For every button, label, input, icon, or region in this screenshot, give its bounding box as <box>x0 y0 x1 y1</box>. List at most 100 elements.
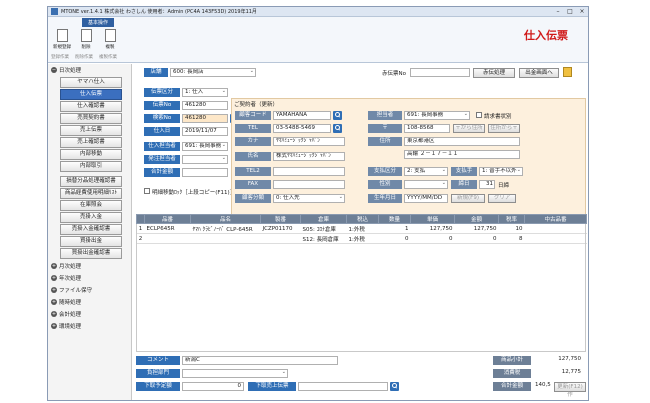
expand-icon: + <box>51 275 57 281</box>
sidebar-section-monthly[interactable]: + 月次処理 <box>48 260 131 272</box>
fax-field[interactable] <box>273 180 345 189</box>
app-window: MTONE ver.1.4.1 株式会社 わさしん 使用者：Admin (PC4… <box>47 6 589 401</box>
staff-select[interactable]: 691: 長岡事務 <box>182 142 228 151</box>
clear-button[interactable]: クリア <box>488 194 516 203</box>
inspect-no-field[interactable]: 461280 <box>182 114 228 123</box>
sidebar-item-sales-confirm[interactable]: 売上確認書 <box>60 137 122 148</box>
address-to-zip-button[interactable]: 住所から〒 <box>488 124 520 133</box>
tel-field[interactable]: 03-5488-5469 <box>273 124 331 133</box>
copy-button[interactable]: 複製 <box>100 29 120 50</box>
inspect-no-label: 検索No <box>144 114 180 123</box>
minimize-icon[interactable]: – <box>552 7 564 16</box>
payment-select[interactable]: 2: 支払 <box>404 167 448 176</box>
new-doc-icon <box>56 29 68 42</box>
sidebar-item-sales-contract[interactable]: 売買契約書 <box>60 113 122 124</box>
code-label: 顧客コード <box>235 111 271 120</box>
column-header: 中古品番 <box>524 214 587 224</box>
zip-field[interactable]: 108-8568 <box>404 124 450 133</box>
copy-doc-icon <box>104 29 116 42</box>
tax-value: 12,775 <box>533 369 583 378</box>
kana-field[interactable]: ﾔﾏﾊﾐｭｰｼﾞｯｸｼﾞｬﾊﾟﾝ <box>273 137 345 146</box>
cancel-slip-input[interactable] <box>410 68 470 77</box>
sidebar-item-sales-slip[interactable]: 売上伝票 <box>60 125 122 136</box>
sidebar-item-expense[interactable]: 商品経費使用明細ﾘｽﾄ <box>60 188 122 199</box>
store-label: 店舗 <box>144 68 168 77</box>
sidebar-section-label: 環境処理 <box>59 324 82 330</box>
staff-label: 仕入担当者 <box>144 142 180 151</box>
dept-select[interactable] <box>182 369 288 378</box>
tel2-field[interactable] <box>273 167 345 176</box>
close-day-field[interactable]: 31 <box>479 180 495 189</box>
lock-icon[interactable] <box>563 67 572 77</box>
customer-type-select[interactable]: 0: 仕入先 <box>273 194 345 203</box>
zip-to-address-button[interactable]: 〒から住所 <box>453 124 485 133</box>
expand-icon: + <box>51 323 57 329</box>
sidebar-item-purchase-slip[interactable]: 仕入伝票 <box>60 89 122 100</box>
payment-label: 支払区分 <box>368 167 402 176</box>
address2-field[interactable]: 高輪 ２－１７－１１ <box>404 150 520 159</box>
name-field[interactable]: 株式ﾔﾏﾊﾐｭｰｼﾞｯｸｼﾞｬﾊﾟﾝ <box>273 152 345 161</box>
sidebar-section-label: 日次処理 <box>59 68 82 74</box>
subtotal-label: 商品小計 <box>493 356 531 365</box>
division-select[interactable]: 1: 仕入 <box>182 88 228 97</box>
collapse-icon: − <box>51 67 57 73</box>
invoice-checkbox-label: 請求書状別 <box>484 114 512 120</box>
sex-select[interactable] <box>404 180 448 189</box>
close-icon[interactable]: × <box>576 7 588 16</box>
sidebar-section-yearly[interactable]: + 年次処理 <box>48 272 131 284</box>
sidebar-item-receivable[interactable]: 売掛入金 <box>60 212 122 223</box>
cancel-process-button[interactable]: 赤伝処理 <box>473 68 515 78</box>
division-label: 伝票区分 <box>144 88 180 97</box>
sidebar-item-payable[interactable]: 買掛出金 <box>60 236 122 247</box>
sidebar-section-env[interactable]: + 環境処理 <box>48 320 131 332</box>
date-field[interactable]: 2019/11/07 <box>182 127 228 136</box>
reserve-field[interactable]: 0 <box>182 382 244 391</box>
fax-label: FAX <box>235 180 271 189</box>
sidebar-item-loss[interactable]: 損替分品処理確認書 <box>60 176 122 187</box>
store-select[interactable]: 600: 長岡店 <box>170 68 256 77</box>
column-header <box>136 214 145 224</box>
search-icon[interactable] <box>390 382 399 391</box>
address-field[interactable]: 東京都港区 <box>404 137 520 146</box>
invoice-checkbox[interactable] <box>476 112 482 118</box>
sidebar-item-purchase-confirm[interactable]: 仕入確認書 <box>60 101 122 112</box>
new-customer-button[interactable]: 新規(F9) <box>451 194 485 203</box>
comment-field[interactable]: 新潟C <box>182 356 338 365</box>
sidebar-section-label: 年次処理 <box>59 276 82 282</box>
column-header: 単価 <box>410 214 455 224</box>
sidebar-section-accounting[interactable]: + 会計処理 <box>48 308 131 320</box>
trade-in-field[interactable] <box>298 382 388 391</box>
search-icon[interactable] <box>333 111 342 120</box>
order-staff-select[interactable] <box>182 155 228 164</box>
sidebar-section-adhoc[interactable]: + 随時処理 <box>48 296 131 308</box>
expand-icon: + <box>51 311 57 317</box>
table-header-row: 品番 品名 製番 倉庫 税込 数量 単価 金額 税率 中古品番 <box>136 214 587 224</box>
update-button[interactable]: 更新(F12)作 <box>554 382 586 398</box>
ribbon-tab-basic[interactable]: 基本操作 <box>82 18 115 27</box>
column-header: 品番 <box>144 214 191 224</box>
grand-total-label: 合計金額 <box>493 382 531 391</box>
main-form: 店舗 600: 長岡店 赤伝票No 赤伝処理 出金画面へ 伝票区分 1: 仕入 … <box>136 64 588 400</box>
sidebar-section-file[interactable]: + ファイル保守 <box>48 284 131 296</box>
delete-button[interactable]: 削除 <box>76 29 96 50</box>
rep-select[interactable]: 691: 長岡事務 <box>404 111 470 120</box>
sidebar-item-internal-move[interactable]: 内部移動 <box>60 149 122 160</box>
screen-title: 仕入伝票 <box>524 29 568 42</box>
lock-checkbox[interactable] <box>144 188 150 194</box>
sidebar-item-payable-confirm[interactable]: 買掛出金確認書 <box>60 248 122 259</box>
sidebar-item-internal-trade[interactable]: 内部取引 <box>60 161 122 172</box>
sidebar-item-yamaha[interactable]: ヤマハ仕入 <box>60 77 122 88</box>
new-button[interactable]: 新規登録 <box>52 29 72 50</box>
sidebar-item-receivable-confirm[interactable]: 売掛入金確認書 <box>60 224 122 235</box>
birth-field[interactable]: YYYY/MM/DD <box>404 194 448 203</box>
slip-no-field[interactable]: 461280 <box>182 101 228 110</box>
to-payment-button[interactable]: 出金画面へ <box>519 68 559 78</box>
trade-in-label: 下取売上伝票 <box>248 382 296 391</box>
date-label: 仕入日 <box>144 127 180 136</box>
search-icon[interactable] <box>333 124 342 133</box>
sidebar-section-daily[interactable]: − 日次処理 <box>48 64 131 76</box>
sidebar-item-stock[interactable]: 在庫照会 <box>60 200 122 211</box>
code-field[interactable]: YAMAHANA <box>273 111 331 120</box>
bank-select[interactable]: 1: 普手不以外 <box>479 167 523 176</box>
maximize-icon[interactable]: □ <box>564 7 576 16</box>
